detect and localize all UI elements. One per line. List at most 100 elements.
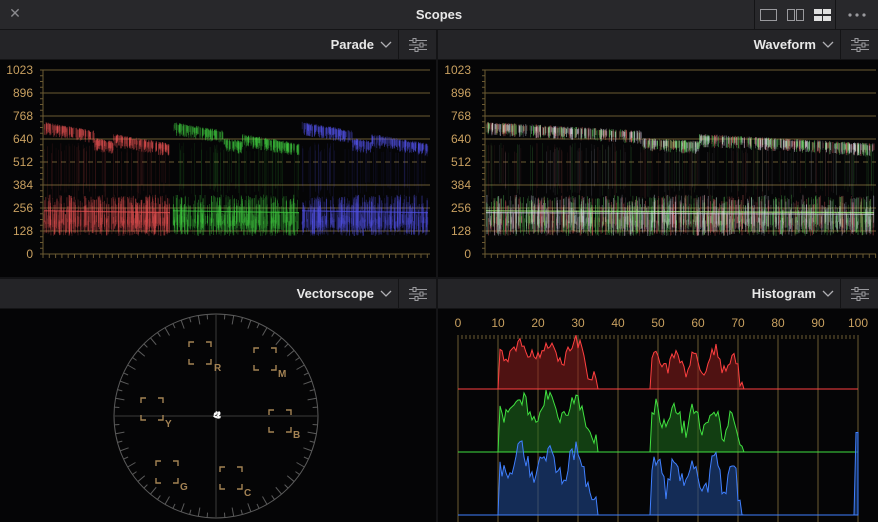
vectorscope-signal	[213, 415, 216, 418]
axis-tick-label: 128	[451, 224, 471, 238]
vectorscope-tick	[262, 496, 268, 505]
vectorscope-tick	[284, 343, 289, 348]
vectorscope-tick	[180, 503, 185, 513]
axis-tick-label: 896	[13, 86, 33, 100]
sliders-icon[interactable]	[840, 279, 878, 308]
histogram-axis-label: 40	[611, 316, 625, 330]
vectorscope-tick	[119, 380, 129, 385]
vectorscope-tick	[150, 337, 157, 346]
vectorscope-tick	[271, 332, 275, 337]
vectorscope-tick	[309, 440, 315, 443]
green-channel-trace	[172, 122, 300, 237]
parade-scope-area: 1023 896 768 640 512 384 256 128 0	[0, 60, 436, 277]
vectorscope-tick	[150, 486, 157, 495]
vectorscope-panel: Vectorscope R M Y B G C	[0, 279, 436, 522]
axis-tick-label: 256	[451, 201, 471, 215]
vectorscope-tick	[127, 364, 136, 370]
histogram-axis-label: 90	[811, 316, 825, 330]
vectorscope-tick	[247, 319, 252, 329]
vectorscope-tick	[240, 317, 243, 323]
vectorscope-signal	[215, 412, 218, 415]
scope-type-selector[interactable]: Histogram	[752, 286, 816, 301]
axis-tick-label: 0	[26, 247, 33, 261]
vectorscope-tick	[247, 503, 252, 513]
vectorscope-tick	[231, 315, 235, 325]
dual-layout-icon[interactable]	[782, 0, 809, 29]
axis-tick-label: 640	[13, 132, 33, 146]
vectorscope-tick	[231, 507, 235, 517]
vectorscope-tick	[189, 317, 192, 323]
histogram-axis-label: 100	[848, 316, 868, 330]
sliders-icon[interactable]	[398, 30, 436, 59]
vectorscope-tick	[123, 456, 129, 460]
more-options-icon[interactable]	[835, 0, 878, 29]
axis-tick-label: 512	[451, 155, 471, 169]
scope-type-selector[interactable]: Parade	[331, 37, 374, 52]
histogram-header: Histogram	[438, 279, 878, 309]
vectorscope-tick	[286, 350, 295, 357]
chevron-down-icon[interactable]	[822, 39, 834, 49]
scope-type-selector[interactable]: Waveform	[754, 37, 816, 52]
vectorscope-tick	[296, 462, 305, 468]
vectorscope-tick	[295, 357, 300, 361]
vector-target: Y	[140, 397, 172, 430]
chevron-down-icon[interactable]	[380, 39, 392, 49]
chevron-down-icon[interactable]	[380, 288, 392, 298]
scope-type-selector[interactable]: Vectorscope	[297, 286, 374, 301]
histogram-axis-label: 80	[771, 316, 785, 330]
vectorscope-tick	[117, 440, 123, 443]
vector-target: R	[188, 341, 222, 374]
vectorscope-tick	[307, 397, 317, 401]
vectorscope-header: Vectorscope	[0, 279, 436, 309]
chevron-down-icon[interactable]	[822, 288, 834, 298]
vectorscope-tick	[119, 447, 129, 452]
quad-layout-icon[interactable]	[809, 0, 836, 29]
vector-target: C	[219, 466, 251, 499]
vectorscope-tick	[275, 337, 282, 346]
histogram-axis-label: 30	[571, 316, 585, 330]
parade-header: Parade	[0, 30, 436, 60]
axis-tick-label: 384	[13, 178, 33, 192]
histogram-scope: 0 10 20 30 40 50 60 70 80 90 100	[455, 316, 868, 522]
vectorscope-tick	[137, 475, 146, 482]
vectorscope-tick	[197, 507, 201, 517]
vectorscope-tick	[172, 503, 176, 509]
axis-tick-label: 768	[13, 109, 33, 123]
vectorscope-tick	[117, 389, 123, 392]
histogram-axis-label: 70	[731, 316, 745, 330]
vector-target-label: B	[293, 430, 300, 441]
vectorscope-tick	[197, 315, 201, 325]
vector-target: B	[268, 409, 300, 441]
single-layout-icon[interactable]	[755, 0, 782, 29]
vectorscope-graticule: R M Y B G C	[113, 313, 319, 519]
axis-tick-label: 256	[13, 201, 33, 215]
vectorscope-tick	[137, 350, 146, 357]
vector-target-label: G	[180, 482, 188, 493]
vectorscope-tick	[132, 471, 137, 475]
vectorscope-tick	[271, 495, 275, 500]
waveform-scope-area: 1023 896 768 640 512 384 256 128 0	[438, 60, 878, 277]
vectorscope-tick	[296, 364, 305, 370]
histogram-axis-label: 50	[651, 316, 665, 330]
axis-tick-label: 128	[13, 224, 33, 238]
axis-tick-label: 768	[451, 109, 471, 123]
vector-target-label: R	[214, 363, 222, 374]
histogram-panel: Histogram 0 10 20 30 40 50 60 70 80 90 100	[438, 279, 878, 522]
vectorscope-tick	[164, 327, 170, 336]
vectorscope-tick	[115, 397, 125, 401]
histogram-axis-label: 60	[691, 316, 705, 330]
vector-target: G	[155, 460, 188, 493]
axis-tick-label: 896	[451, 86, 471, 100]
layout-toggle-group	[754, 0, 836, 29]
vectorscope-tick	[284, 484, 289, 489]
sliders-icon[interactable]	[398, 279, 436, 308]
vectorscope-tick	[189, 509, 192, 515]
vectorscope-signal	[217, 416, 220, 419]
vectorscope-tick	[309, 389, 315, 392]
vectorscope-tick	[303, 372, 309, 376]
vectorscope-tick	[240, 509, 243, 515]
vector-target-label: M	[278, 369, 286, 380]
histogram-scope-area: 0 10 20 30 40 50 60 70 80 90 100	[438, 309, 878, 522]
vectorscope-tick	[164, 496, 170, 505]
sliders-icon[interactable]	[840, 30, 878, 59]
